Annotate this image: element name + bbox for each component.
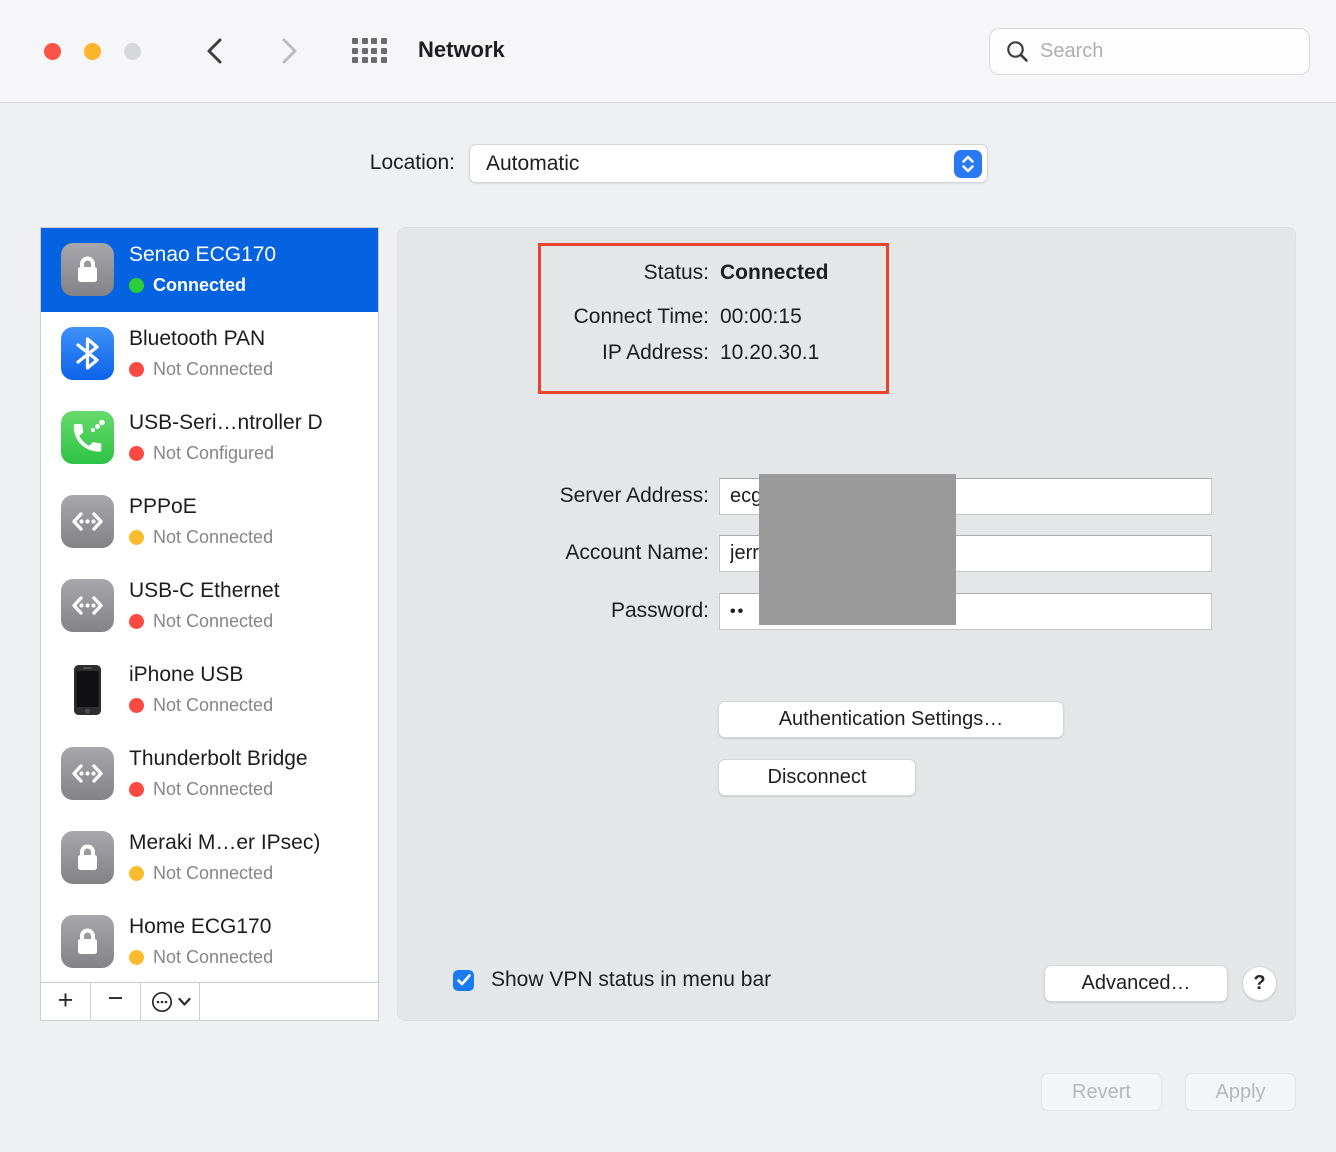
service-name: PPPoE — [129, 495, 197, 519]
ip-address-value: 10.20.30.1 — [720, 341, 819, 365]
authentication-settings-button[interactable]: Authentication Settings… — [718, 701, 1064, 738]
list-toolbar: + − — [41, 982, 378, 1020]
connect-time-label: Connect Time: — [398, 305, 709, 329]
zoom-button[interactable] — [124, 43, 141, 60]
ip-address-label: IP Address: — [398, 341, 709, 365]
service-status: Not Connected — [153, 527, 273, 548]
connect-time-row: Connect Time: 00:00:15 — [398, 305, 802, 329]
list-item-thunderbolt-bridge[interactable]: Thunderbolt Bridge Not Connected — [41, 732, 378, 816]
list-item-senao-ecg170[interactable]: Senao ECG170 Connected — [41, 228, 378, 312]
show-all-grid-icon[interactable] — [352, 38, 387, 63]
close-button[interactable] — [44, 43, 61, 60]
status-dot-yellow — [129, 530, 144, 545]
bluetooth-icon — [61, 327, 114, 380]
service-status: Connected — [153, 275, 246, 296]
search-field[interactable] — [989, 28, 1310, 75]
service-name: Meraki M…er IPsec) — [129, 831, 320, 855]
status-dot-red — [129, 698, 144, 713]
status-dot-green — [129, 278, 144, 293]
redaction-overlay — [759, 474, 956, 625]
remove-service-button[interactable]: − — [91, 983, 141, 1020]
back-button[interactable] — [198, 34, 232, 68]
status-dot-red — [129, 446, 144, 461]
status-dot-red — [129, 362, 144, 377]
chevron-right-icon — [276, 36, 302, 66]
iphone-icon — [61, 663, 114, 716]
password-label: Password: — [398, 599, 709, 623]
vpn-lock-icon — [61, 915, 114, 968]
chevron-down-icon — [178, 997, 191, 1007]
service-status: Not Connected — [153, 947, 273, 968]
service-status: Not Connected — [153, 695, 273, 716]
list-item-home-ecg170[interactable]: Home ECG170 Not Connected — [41, 900, 378, 984]
ethernet-icon — [61, 579, 114, 632]
window-titlebar: Network — [0, 0, 1336, 103]
chevron-left-icon — [202, 36, 228, 66]
list-item-usb-c-ethernet[interactable]: USB-C Ethernet Not Connected — [41, 564, 378, 648]
status-dot-red — [129, 782, 144, 797]
server-address-label: Server Address: — [398, 484, 709, 508]
service-name: Bluetooth PAN — [129, 327, 265, 351]
search-icon — [1005, 39, 1030, 64]
apply-button[interactable]: Apply — [1185, 1073, 1296, 1111]
network-services-list: Senao ECG170 Connected Bluetooth PAN Not… — [40, 227, 379, 1021]
service-name: Thunderbolt Bridge — [129, 747, 308, 771]
service-status: Not Configured — [153, 443, 274, 464]
service-name: Home ECG170 — [129, 915, 271, 939]
checkbox-label: Show VPN status in menu bar — [491, 968, 771, 992]
revert-button[interactable]: Revert — [1041, 1073, 1162, 1111]
status-value: Connected — [720, 261, 829, 285]
status-label: Status: — [398, 261, 709, 285]
service-status: Not Connected — [153, 359, 273, 380]
checkbox-checked[interactable] — [453, 970, 474, 991]
ethernet-icon — [61, 495, 114, 548]
vpn-lock-icon — [61, 831, 114, 884]
account-name-label: Account Name: — [398, 541, 709, 565]
location-value: Automatic — [486, 152, 579, 176]
list-item-bluetooth-pan[interactable]: Bluetooth PAN Not Connected — [41, 312, 378, 396]
location-label: Location: — [240, 151, 455, 175]
ethernet-icon — [61, 747, 114, 800]
service-name: USB-C Ethernet — [129, 579, 280, 603]
service-status: Not Connected — [153, 611, 273, 632]
forward-button[interactable] — [272, 34, 306, 68]
list-item-iphone-usb[interactable]: iPhone USB Not Connected — [41, 648, 378, 732]
status-dot-yellow — [129, 866, 144, 881]
connection-detail-panel: Status: Connected Connect Time: 00:00:15… — [397, 227, 1296, 1021]
list-item-usb-serial-controller[interactable]: USB-Seri…ntroller D Not Configured — [41, 396, 378, 480]
status-row: Status: Connected — [398, 261, 829, 285]
service-name: iPhone USB — [129, 663, 243, 687]
advanced-button[interactable]: Advanced… — [1044, 965, 1228, 1002]
vpn-lock-icon — [61, 243, 114, 296]
phone-modem-icon — [61, 411, 114, 464]
service-status: Not Connected — [153, 779, 273, 800]
show-vpn-status-row: Show VPN status in menu bar — [453, 968, 771, 992]
list-item-meraki-ipsec[interactable]: Meraki M…er IPsec) Not Connected — [41, 816, 378, 900]
help-button[interactable]: ? — [1242, 966, 1277, 1001]
list-item-pppoe[interactable]: PPPoE Not Connected — [41, 480, 378, 564]
disconnect-button[interactable]: Disconnect — [718, 759, 916, 796]
service-name: USB-Seri…ntroller D — [129, 411, 323, 435]
dropdown-stepper-icon — [954, 150, 982, 178]
add-service-button[interactable]: + — [41, 983, 91, 1020]
more-options-button[interactable] — [141, 983, 200, 1020]
status-dot-red — [129, 614, 144, 629]
connect-time-value: 00:00:15 — [720, 305, 802, 329]
ellipsis-circle-icon — [150, 990, 174, 1014]
search-input[interactable] — [1040, 40, 1270, 63]
page-title: Network — [418, 37, 505, 63]
service-status: Not Connected — [153, 863, 273, 884]
location-dropdown[interactable]: Automatic — [469, 144, 988, 183]
minimize-button[interactable] — [84, 43, 101, 60]
service-name: Senao ECG170 — [129, 243, 276, 267]
toolbar-spacer — [200, 983, 378, 1020]
ip-address-row: IP Address: 10.20.30.1 — [398, 341, 819, 365]
checkmark-icon — [457, 974, 471, 986]
status-dot-yellow — [129, 950, 144, 965]
